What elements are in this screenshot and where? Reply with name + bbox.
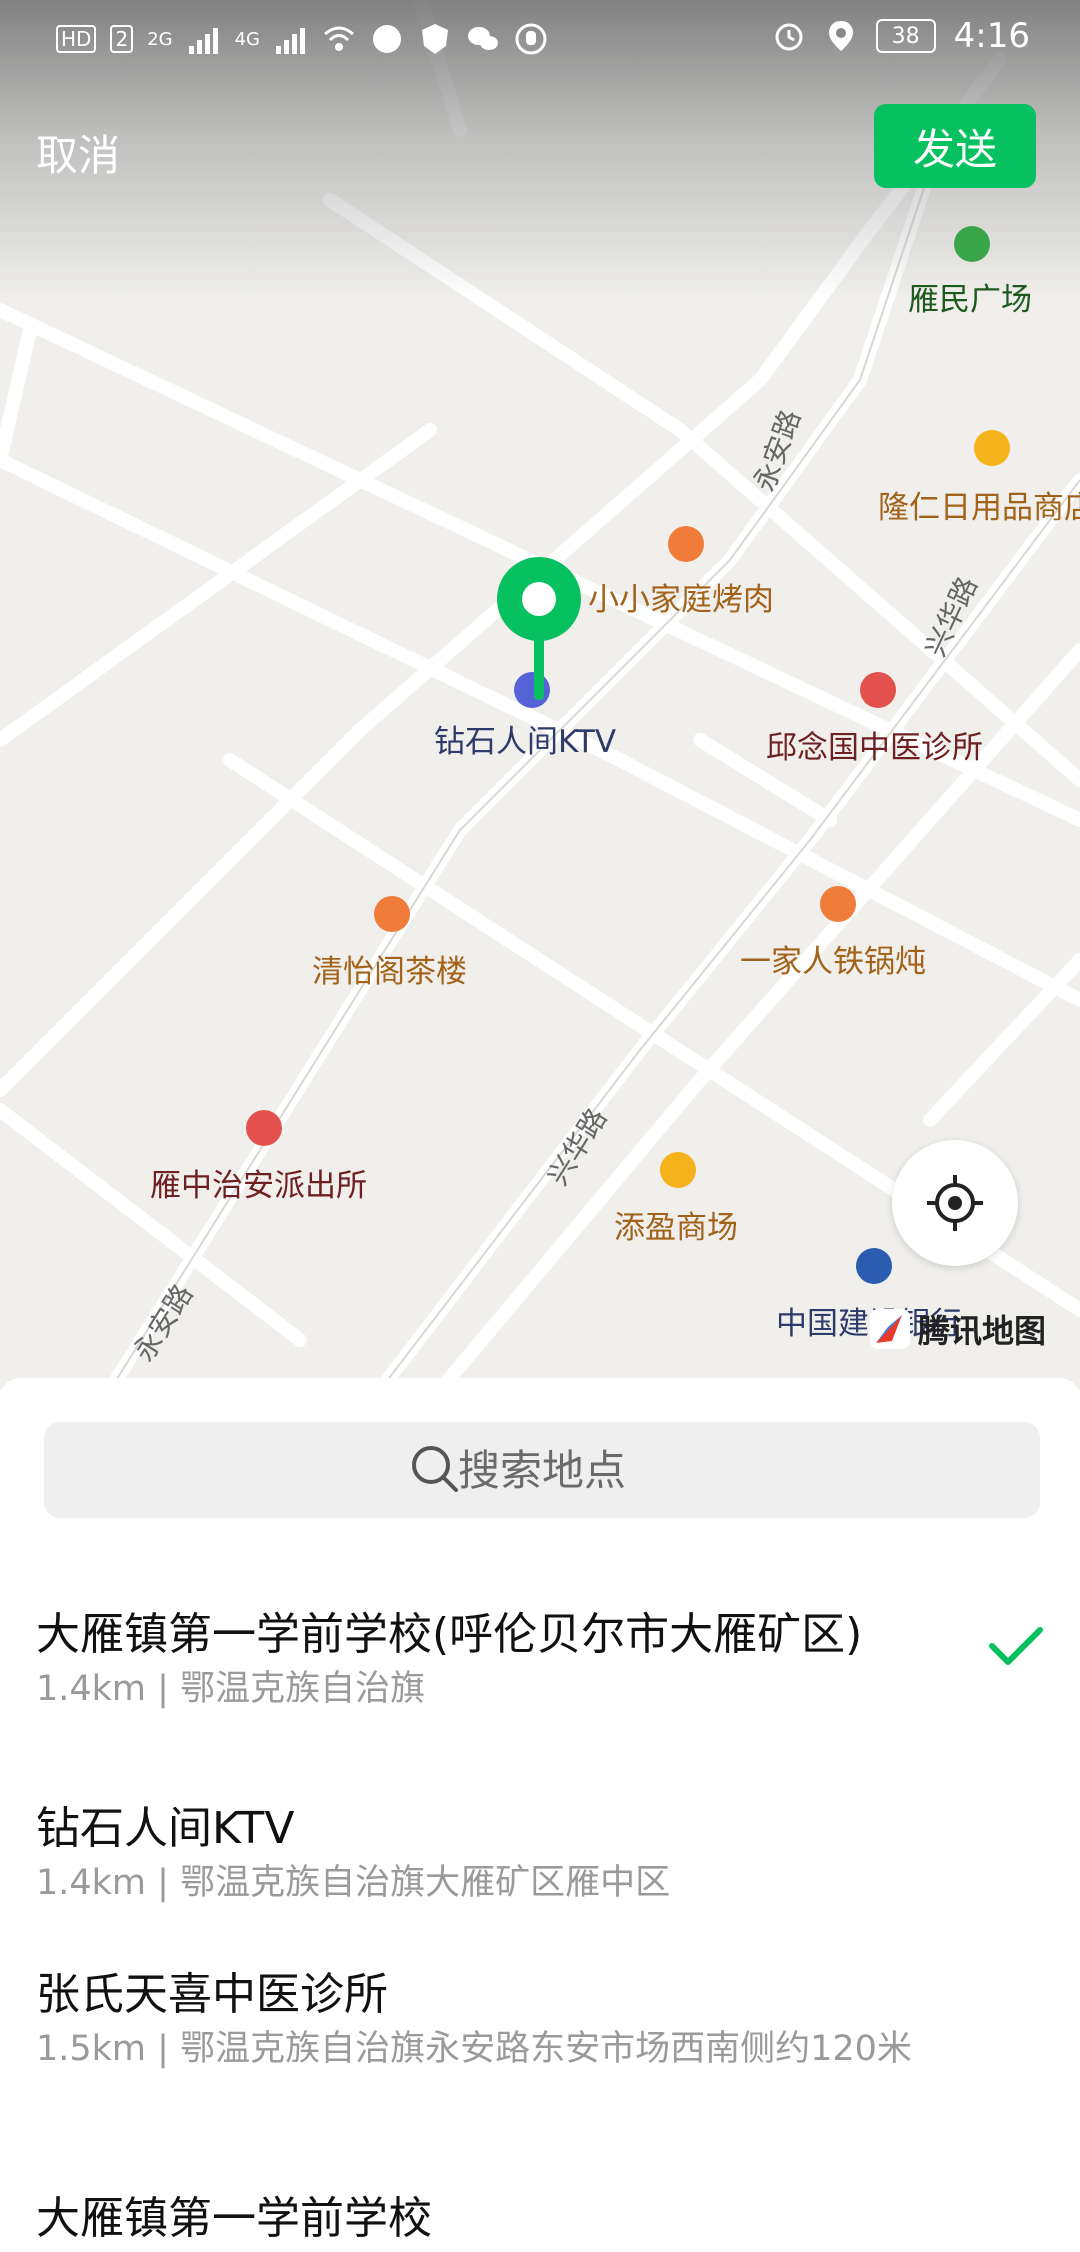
- map-provider-logo: 腾讯地图: [868, 1306, 1046, 1352]
- result-address: 鄂温克族自治旗永安路东安市场西南侧约120米: [180, 2029, 912, 2069]
- map-logo-text: 腾讯地图: [918, 1312, 1047, 1350]
- results-sheet: 大雁镇第一学前学校(呼伦贝尔市大雁矿区) 1.4km | 鄂温克族自治旗 钻石人…: [0, 1378, 1080, 2244]
- result-item[interactable]: 大雁镇第一学前学校(呼伦贝尔市大雁矿区) 1.4km | 鄂温克族自治旗: [0, 1598, 1080, 1748]
- teahouse-icon: [374, 896, 410, 932]
- poi-label[interactable]: 邱念国中医诊所: [766, 722, 983, 767]
- result-distance: 1.4km: [36, 1669, 147, 1709]
- signal-4g-label: 4G: [234, 28, 260, 50]
- restaurant-icon: [820, 886, 856, 922]
- clock: 4:16: [953, 16, 1030, 56]
- signal-2g-label: 2G: [147, 28, 173, 50]
- locate-me-button[interactable]: [892, 1140, 1018, 1266]
- restaurant-icon: [668, 526, 704, 562]
- search-icon: [412, 1446, 458, 1492]
- bank-icon: [856, 1248, 892, 1284]
- status-bar: HD 2 2G 4G 38 4:16: [0, 0, 1080, 80]
- police-icon: [246, 1110, 282, 1146]
- battery-indicator: 38: [875, 19, 936, 53]
- poi-label[interactable]: 添盈商场: [614, 1202, 738, 1247]
- cancel-button[interactable]: 取消: [36, 122, 120, 183]
- crosshair-icon: [927, 1175, 983, 1231]
- result-detail: 1.4km | 鄂温克族自治旗大雁矿区雁中区: [36, 1863, 671, 1903]
- poi-label[interactable]: 雁民广场: [908, 274, 1032, 319]
- result-detail: 1.5km | 鄂温克族自治旗永安路东安市场西南侧约120米: [36, 2029, 912, 2069]
- shield-icon: [422, 24, 448, 54]
- wechat-icon: [468, 27, 498, 50]
- result-item[interactable]: 张氏天喜中医诊所 1.5km | 鄂温克族自治旗永安路东安市场西南侧约120米: [0, 1958, 1080, 2148]
- signal-icon: [188, 28, 218, 54]
- signal-icon: [276, 28, 305, 54]
- poi-label[interactable]: 清怡阁茶楼: [312, 946, 467, 991]
- shop-icon: [974, 430, 1010, 466]
- result-name: 张氏天喜中医诊所: [36, 1969, 388, 2020]
- poi-label[interactable]: 小小家庭烤肉: [588, 574, 774, 619]
- tencent-map-icon: [870, 1309, 910, 1349]
- result-name: 钻石人间KTV: [36, 1803, 295, 1854]
- result-name: 大雁镇第一学前学校: [36, 2193, 432, 2244]
- result-address: 鄂温克族自治旗大雁矿区雁中区: [180, 1863, 671, 1903]
- location-pin-icon: [497, 557, 581, 700]
- app-notification-icon: [373, 25, 401, 53]
- send-button[interactable]: 发送: [874, 104, 1036, 188]
- alarm-icon: [775, 23, 803, 51]
- poi-label[interactable]: 隆仁日用品商店: [878, 482, 1080, 527]
- poi-label[interactable]: 钻石人间KTV: [434, 716, 616, 761]
- clinic-icon: [860, 672, 896, 708]
- park-icon: [954, 226, 990, 262]
- result-item[interactable]: 大雁镇第一学前学校: [0, 2182, 1080, 2252]
- location-icon: [828, 21, 853, 51]
- result-detail: 1.4km | 鄂温克族自治旗: [36, 1669, 426, 1709]
- result-address: 鄂温克族自治旗: [180, 1669, 426, 1709]
- poi-label[interactable]: 一家人铁锅炖: [740, 936, 926, 981]
- checkmark-icon: [989, 1627, 1043, 1665]
- result-name: 大雁镇第一学前学校(呼伦贝尔市大雁矿区): [36, 1609, 863, 1660]
- poi-label[interactable]: 雁中治安派出所: [150, 1160, 367, 1205]
- result-distance: 1.4km: [36, 1863, 147, 1903]
- search-input[interactable]: [44, 1422, 1040, 1518]
- result-item[interactable]: 钻石人间KTV 1.4km | 鄂温克族自治旗大雁矿区雁中区: [0, 1792, 1080, 1942]
- mall-icon: [660, 1152, 696, 1188]
- sim-indicator: 2: [110, 25, 134, 53]
- result-distance: 1.5km: [36, 2029, 147, 2069]
- wifi-icon: [324, 26, 354, 51]
- hand-icon: [515, 23, 547, 55]
- hd-indicator: HD: [56, 25, 97, 53]
- map-view[interactable]: 雁民广场 隆仁日用品商店 小小家庭烤肉 钻石人间KTV 邱念国中医诊所 清怡阁茶…: [0, 0, 1080, 1390]
